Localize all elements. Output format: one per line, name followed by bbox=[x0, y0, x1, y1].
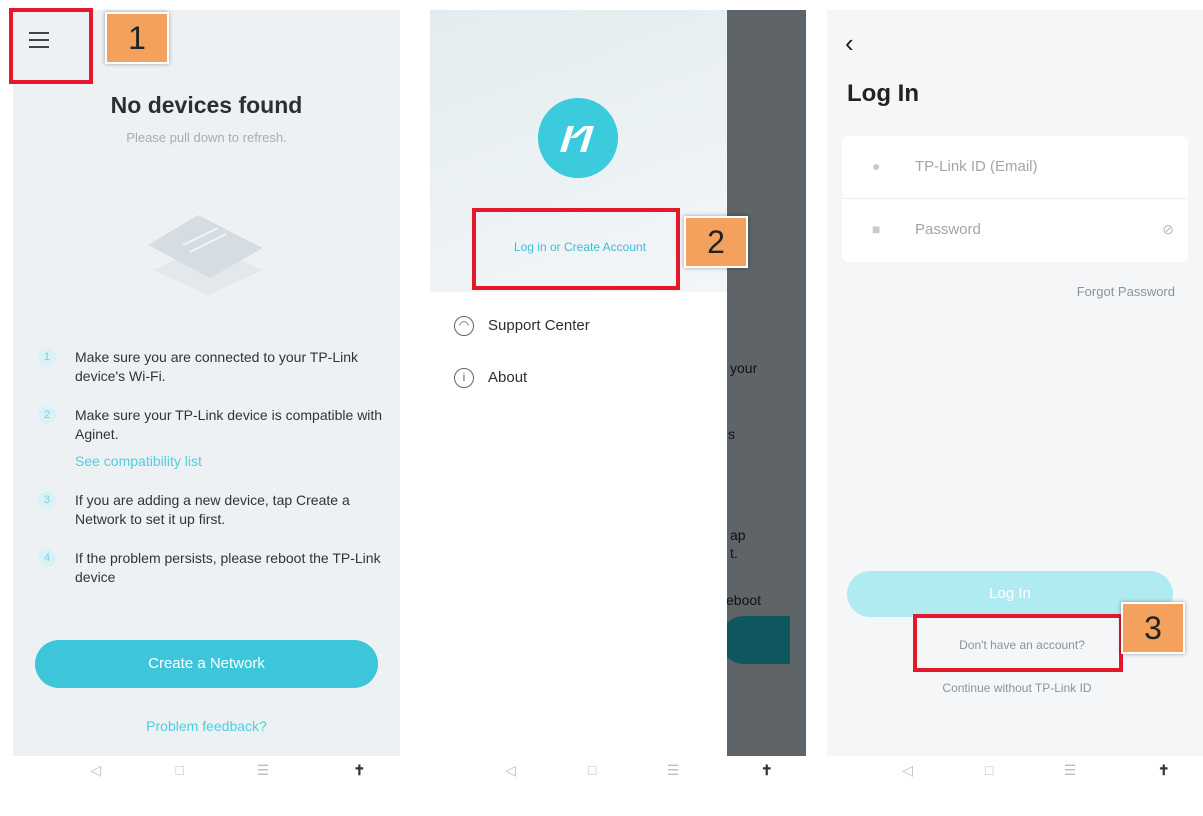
back-nav-icon[interactable]: ◁ bbox=[90, 762, 101, 779]
refresh-hint: Please pull down to refresh. bbox=[126, 130, 287, 145]
system-nav-bar: ◁ □ ☰ ✝ bbox=[827, 756, 1203, 786]
accessibility-icon[interactable]: ✝ bbox=[761, 762, 773, 779]
recents-nav-icon[interactable]: ☰ bbox=[1064, 762, 1077, 779]
tip-item: 2 Make sure your TP-Link device is compa… bbox=[38, 406, 383, 471]
highlight-box-2 bbox=[472, 208, 680, 290]
recents-nav-icon[interactable]: ☰ bbox=[667, 762, 680, 779]
navigation-drawer: Log in or Create Account ◠ Support Center… bbox=[430, 10, 727, 756]
background-text: t. bbox=[730, 545, 738, 561]
tip-number: 2 bbox=[38, 406, 56, 424]
continue-without-id-link[interactable]: Continue without TP-Link ID bbox=[897, 681, 1137, 695]
back-arrow-icon[interactable]: ‹ bbox=[845, 28, 854, 59]
forgot-password-link[interactable]: Forgot Password bbox=[1077, 284, 1175, 299]
page-title: Log In bbox=[847, 80, 919, 107]
page-title: No devices found bbox=[110, 92, 303, 118]
back-nav-icon[interactable]: ◁ bbox=[902, 762, 913, 779]
password-placeholder: Password bbox=[915, 221, 981, 238]
tip-item: 1 Make sure you are connected to your TP… bbox=[38, 348, 383, 386]
info-icon: i bbox=[454, 368, 474, 388]
eye-hidden-icon[interactable]: ⊘ bbox=[1162, 221, 1174, 238]
background-button bbox=[720, 616, 790, 664]
email-field[interactable]: ● TP-Link ID (Email) bbox=[842, 136, 1188, 199]
accessibility-icon[interactable]: ✝ bbox=[354, 762, 366, 779]
home-nav-icon[interactable]: □ bbox=[176, 762, 184, 778]
home-nav-icon[interactable]: □ bbox=[588, 762, 596, 778]
system-nav-bar: ◁ □ ☰ ✝ bbox=[430, 756, 806, 786]
drawer-item-label: About bbox=[488, 368, 528, 386]
accessibility-icon[interactable]: ✝ bbox=[1158, 762, 1170, 779]
recents-nav-icon[interactable]: ☰ bbox=[257, 762, 270, 779]
problem-feedback-link[interactable]: Problem feedback? bbox=[13, 718, 400, 734]
compatibility-list-link[interactable]: See compatibility list bbox=[75, 452, 383, 471]
password-field[interactable]: ■ Password ⊘ bbox=[842, 199, 1188, 261]
devices-screen: No devices found Please pull down to ref… bbox=[13, 10, 400, 786]
tip-text: Make sure your TP-Link device is compati… bbox=[75, 407, 383, 442]
tips-list: 1 Make sure you are connected to your TP… bbox=[38, 348, 383, 607]
tip-text: If the problem persists, please reboot t… bbox=[75, 550, 381, 585]
tip-text: If you are adding a new device, tap Crea… bbox=[75, 492, 350, 527]
lock-icon: ■ bbox=[872, 221, 881, 237]
highlight-box-3 bbox=[913, 614, 1123, 672]
empty-devices-illustration-icon bbox=[148, 215, 263, 295]
headset-icon: ◠ bbox=[454, 316, 474, 336]
drawer-screen: your s ap t. eboot Log in or Create Acco… bbox=[430, 10, 806, 786]
background-text: s bbox=[728, 426, 735, 442]
back-nav-icon[interactable]: ◁ bbox=[505, 762, 516, 779]
background-text: your bbox=[730, 360, 758, 376]
tip-text: Make sure you are connected to your TP-L… bbox=[75, 349, 359, 384]
aginet-logo-icon bbox=[538, 98, 618, 178]
background-text: eboot bbox=[726, 592, 762, 608]
tip-item: 4 If the problem persists, please reboot… bbox=[38, 549, 383, 587]
step-badge-2: 2 bbox=[684, 216, 748, 268]
background-text: ap bbox=[730, 527, 746, 543]
tip-number: 3 bbox=[38, 491, 56, 509]
login-form: ● TP-Link ID (Email) ■ Password ⊘ bbox=[842, 136, 1188, 262]
email-placeholder: TP-Link ID (Email) bbox=[915, 158, 1038, 175]
home-nav-icon[interactable]: □ bbox=[985, 762, 993, 778]
create-network-button[interactable]: Create a Network bbox=[35, 640, 378, 688]
tip-item: 3 If you are adding a new device, tap Cr… bbox=[38, 491, 383, 529]
drawer-item-support-center[interactable]: ◠ Support Center bbox=[454, 316, 590, 336]
tip-number: 4 bbox=[38, 549, 56, 567]
system-nav-bar: ◁ □ ☰ ✝ bbox=[13, 756, 400, 786]
drawer-item-label: Support Center bbox=[488, 316, 590, 334]
drawer-item-about[interactable]: i About bbox=[454, 368, 527, 388]
step-badge-3: 3 bbox=[1121, 602, 1185, 654]
user-icon: ● bbox=[872, 158, 881, 174]
step-badge-1: 1 bbox=[105, 12, 169, 64]
highlight-box-1 bbox=[9, 8, 93, 84]
tip-number: 1 bbox=[38, 348, 56, 366]
